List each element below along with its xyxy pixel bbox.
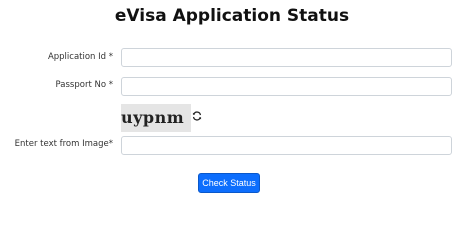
captcha-image: uypnm xyxy=(121,104,191,132)
check-status-button[interactable]: Check Status xyxy=(198,173,260,193)
captcha-input-label: Enter text from Image* xyxy=(14,139,113,149)
passport-no-label: Passport No * xyxy=(55,80,113,90)
passport-no-input[interactable] xyxy=(121,77,452,96)
refresh-icon[interactable] xyxy=(192,111,202,121)
page-title: eVisa Application Status xyxy=(114,6,350,26)
captcha-text: uypnm xyxy=(121,108,185,127)
application-id-input[interactable] xyxy=(121,48,452,67)
application-id-label: Application Id * xyxy=(47,52,113,62)
captcha-input[interactable] xyxy=(121,136,452,155)
